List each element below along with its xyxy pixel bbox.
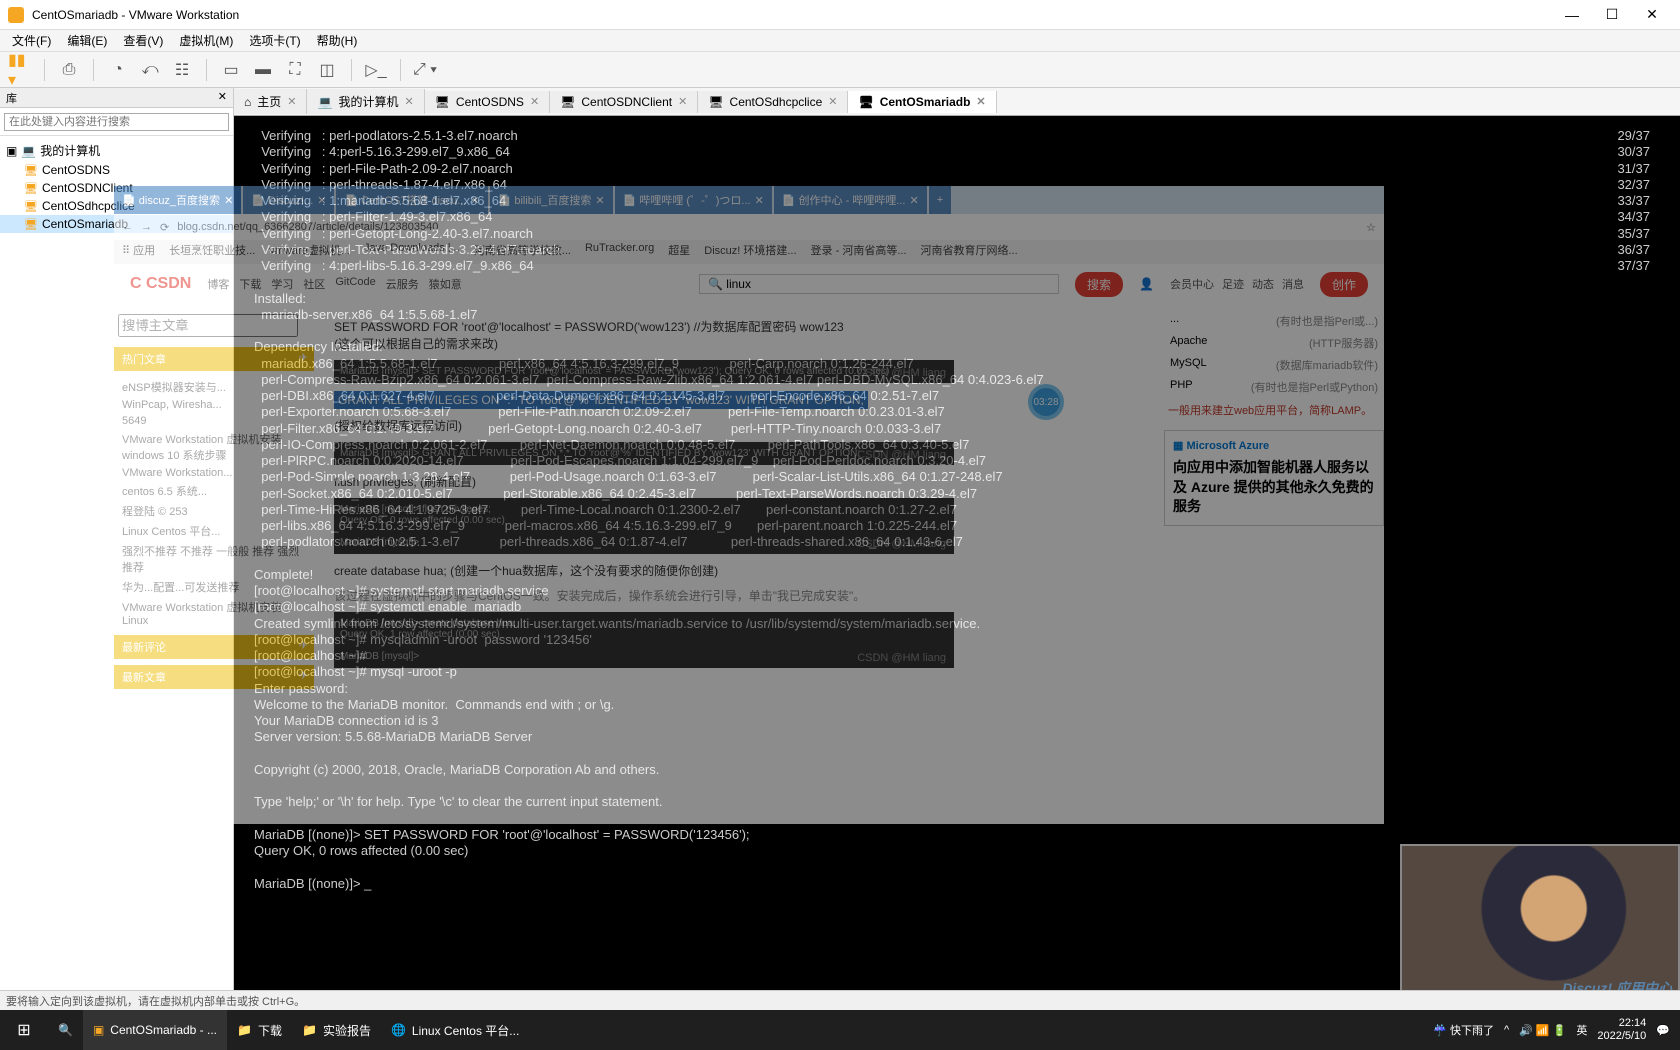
pause-button[interactable]: ▮▮ ▾ [8,58,32,82]
menu-help[interactable]: 帮助(H) [309,32,366,49]
tray-up-icon[interactable]: ^ [1504,1024,1509,1036]
status-bar: 要将输入定向到该虚拟机，请在虚拟机内部单击或按 Ctrl+G。 [0,990,1680,1010]
window-title: CentOSmariadb - VMware Workstation [32,8,1552,22]
close-icon[interactable]: ✕ [530,95,539,108]
vm-icon [24,163,38,177]
vm-icon: 🖥 [858,95,873,109]
tree-vm-item[interactable]: CentOSDNClient [0,179,233,197]
close-icon[interactable]: ✕ [828,95,837,108]
menu-vm[interactable]: 虚拟机(M) [171,32,241,49]
vm-icon [24,181,38,195]
close-icon[interactable]: ✕ [976,95,985,108]
webcam-pip[interactable]: Discuz! 应用中心 [1400,844,1680,1004]
tray-icons[interactable]: 🔊 📶 🔋 [1519,1024,1566,1037]
taskbar-item[interactable]: 📁实验报告 [292,1010,381,1050]
windows-taskbar: ⊞ 🔍 ▣CentOSmariadb - ... 📁下载 📁实验报告 🌐Linu… [0,1010,1680,1050]
close-icon[interactable]: ✕ [678,95,687,108]
close-icon[interactable]: ✕ [287,95,296,108]
tree-vm-item[interactable]: CentOSmariadb [0,215,233,233]
vm-icon: 🖥 [435,95,450,109]
library-panel: 库 ✕ ▣ 💻 我的计算机 CentOSDNS CentOSDNClient C… [0,88,234,1010]
fullscreen-button[interactable]: ⛶ [283,58,307,82]
menu-view[interactable]: 查看(V) [115,32,171,49]
taskbar-item[interactable]: ▣CentOSmariadb - ... [83,1010,227,1050]
menu-edit[interactable]: 编辑(E) [59,32,115,49]
revert-button[interactable]: ⤺ [138,58,162,82]
search-button[interactable]: 🔍 [48,1010,83,1050]
view-tabs-button[interactable]: ▬ [251,58,275,82]
manage-snapshot-button[interactable]: ☷ [170,58,194,82]
vm-tabs: ⌂主页✕ 💻我的计算机✕ 🖥CentOSDNS✕ 🖥CentOSDNClient… [234,88,1680,116]
send-ctrl-alt-del-button[interactable]: ⎙ [57,58,81,82]
start-button[interactable]: ⊞ [0,1020,48,1040]
weather-widget[interactable]: ☔ 快下雨了 [1433,1022,1494,1038]
tree-vm-item[interactable]: CentOSdhcpclice [0,197,233,215]
window-titlebar: CentOSmariadb - VMware Workstation — ☐ ✕ [0,0,1680,30]
taskbar-clock[interactable]: 22:14 2022/5/10 [1597,1017,1646,1043]
vm-icon [24,217,38,231]
vm-icon: 🖥 [560,95,575,109]
minimize-button[interactable]: — [1552,7,1592,23]
tree-vm-item[interactable]: CentOSDNS [0,161,233,179]
snapshot-button[interactable]: ◔ [106,58,130,82]
ime-icon[interactable]: 英 [1576,1022,1587,1038]
tree-my-computer[interactable]: ▣ 💻 我的计算机 [0,140,233,161]
view-single-button[interactable]: ▭ [219,58,243,82]
vmware-icon [8,7,24,23]
console-button[interactable]: ▷_ [364,58,388,82]
menu-bar: 文件(F) 编辑(E) 查看(V) 虚拟机(M) 选项卡(T) 帮助(H) [0,30,1680,52]
toolbar: ▮▮ ▾ ⎙ ◔ ⤺ ☷ ▭ ▬ ⛶ ◫ ▷_ ⤢ ▾ [0,52,1680,88]
menu-file[interactable]: 文件(F) [4,32,59,49]
tab-vm[interactable]: 🖥CentOSmariadb✕ [848,91,996,113]
taskbar-item[interactable]: 🌐Linux Centos 平台... [381,1010,529,1050]
vm-icon: 🖥 [708,95,723,109]
maximize-button[interactable]: ☐ [1592,6,1632,23]
tab-home[interactable]: ⌂主页✕ [234,89,307,114]
menu-tabs[interactable]: 选项卡(T) [241,32,308,49]
tab-vm[interactable]: 🖥CentOSDNS✕ [425,91,550,113]
pc-icon: 💻 [21,144,36,158]
pc-icon: 💻 [317,95,332,109]
library-search-input[interactable] [4,113,229,131]
tab-vm[interactable]: 🖥CentOSdhcpclice✕ [698,91,848,113]
system-tray: ☔ 快下雨了 ^ 🔊 📶 🔋 英 22:14 2022/5/10 💬 [1423,1017,1680,1043]
home-icon: ⌂ [244,95,251,109]
expand-icon[interactable]: ▣ [6,144,17,158]
vm-tree: ▣ 💻 我的计算机 CentOSDNS CentOSDNClient CentO… [0,136,233,237]
tab-vm[interactable]: 🖥CentOSDNClient✕ [550,91,698,113]
close-icon[interactable]: ✕ [404,95,413,108]
close-button[interactable]: ✕ [1632,6,1672,23]
tab-my-computer[interactable]: 💻我的计算机✕ [307,89,424,114]
taskbar-item[interactable]: 📁下载 [227,1010,292,1050]
vm-icon [24,199,38,213]
unity-button[interactable]: ◫ [315,58,339,82]
stretch-button[interactable]: ⤢ ▾ [413,58,437,82]
library-title: 库 [6,90,17,105]
notification-icon[interactable]: 💬 [1656,1024,1670,1037]
library-close-icon[interactable]: ✕ [218,90,227,105]
